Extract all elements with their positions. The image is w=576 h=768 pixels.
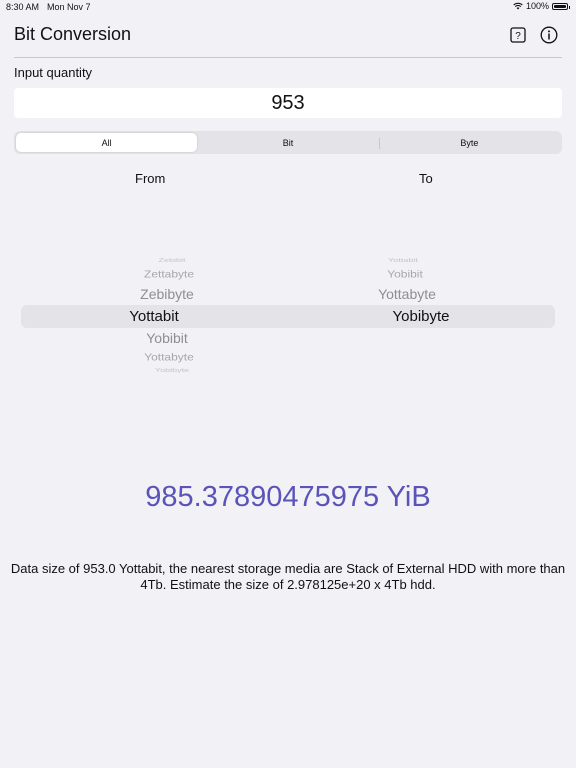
from-picker-item[interactable]: Yobibyte [72,367,272,373]
from-picker-selected[interactable]: Yottabit [54,308,254,325]
unit-filter-segmented: All Bit Byte [14,131,562,154]
status-bar: 8:30 AM Mon Nov 7 100% [0,0,576,14]
from-picker-item[interactable]: Zettabyte [69,268,269,280]
wifi-icon [513,2,523,10]
from-picker-item[interactable]: Zebibit [72,257,272,263]
to-picker-item[interactable]: Yottabyte [307,286,507,302]
conversion-result: 985.37890475975 YiB [145,481,431,513]
to-picker-item[interactable]: Yobibit [305,268,505,280]
page-title: Bit Conversion [14,24,132,44]
battery-percent: 100% [525,1,549,11]
segment-byte[interactable]: Byte [378,133,560,152]
from-picker-item[interactable]: Yobibit [67,330,267,346]
info-circle-icon [540,26,558,44]
segment-all-label: All [101,137,112,148]
header-divider [14,57,562,58]
to-picker-item[interactable]: Yottabit [303,257,503,263]
status-date: Mon Nov 7 [47,2,91,12]
segment-bit[interactable]: Bit [197,133,378,152]
status-indicators: 100% [513,1,570,11]
segment-bit-label: Bit [282,137,294,148]
to-picker-selected[interactable]: Yobibyte [321,308,521,325]
battery-icon [552,2,570,10]
help-button[interactable]: ? [509,26,527,44]
info-button[interactable] [540,26,558,44]
status-time: 8:30 AM [6,2,40,12]
from-picker-item[interactable]: Zebibyte [67,286,267,302]
from-label: From [135,171,166,186]
to-label: To [419,171,433,186]
svg-text:?: ? [515,31,521,42]
storage-description: Data size of 953.0 Yottabit, the nearest… [10,561,566,592]
segment-all[interactable]: All [16,133,198,152]
question-square-icon: ? [510,27,526,43]
header-actions: ? [509,26,558,44]
segment-separator [378,138,380,149]
input-label: Input quantity [14,65,93,80]
from-picker-item[interactable]: Yottabyte [69,351,269,363]
segment-byte-label: Byte [460,137,479,148]
quantity-input[interactable] [14,88,562,118]
